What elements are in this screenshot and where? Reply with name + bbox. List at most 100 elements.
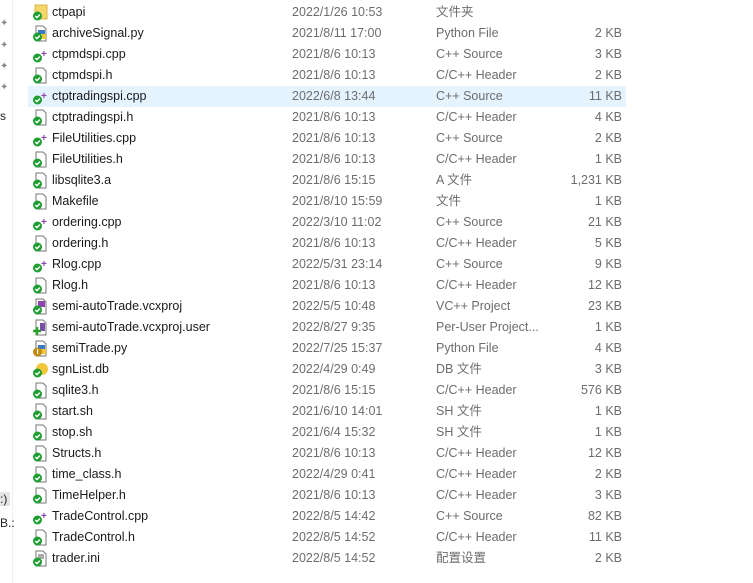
- file-size: 12 KB: [587, 278, 622, 292]
- file-type: C/C++ Header: [436, 530, 517, 544]
- file-type: C/C++ Header: [436, 488, 517, 502]
- file-type: SH 文件: [436, 404, 482, 418]
- cpp-file-icon: +: [32, 130, 48, 147]
- file-row[interactable]: + ctpmdspi.cpp 2021/8/6 10:13 C++ Source 3 K…: [28, 44, 626, 65]
- file-type: C/C++ Header: [436, 446, 517, 460]
- file-row[interactable]: semi-autoTrade.vcxproj.user 2022/8/27 9:3…: [28, 317, 626, 338]
- file-row[interactable]: libsqlite3.a 2021/8/6 15:15 A 文件 1,231 KB: [28, 170, 626, 191]
- file-name: TradeControl.h: [52, 530, 135, 544]
- file-row[interactable]: TimeHelper.h 2021/8/6 10:13 C/C++ Header 3 …: [28, 485, 626, 506]
- file-name: ctpapi: [52, 5, 86, 19]
- file-row[interactable]: Structs.h 2021/8/6 10:13 C/C++ Header 12 KB: [28, 443, 626, 464]
- file-name: FileUtilities.h: [52, 152, 123, 166]
- file-date: 2021/8/6 10:13: [292, 131, 376, 145]
- file-type: DB 文件: [436, 362, 482, 376]
- file-row[interactable]: FileUtilities.h 2021/8/6 10:13 C/C++ Heade…: [28, 149, 626, 170]
- file-type: Python File: [436, 26, 499, 40]
- header-file-icon: [32, 151, 48, 168]
- header-file-icon: [32, 67, 48, 84]
- file-size: 82 KB: [587, 509, 622, 523]
- file-size: 3 KB: [594, 488, 622, 502]
- nav-item-label[interactable]: :): [0, 492, 10, 506]
- file-row[interactable]: + Rlog.cpp 2022/5/31 23:14 C++ Source 9 KB: [28, 254, 626, 275]
- pin-icon[interactable]: ✦: [0, 19, 8, 29]
- cpp-file-icon: +: [32, 214, 48, 231]
- cpp-file-icon: +: [32, 88, 48, 105]
- file-date: 2021/6/4 15:32: [292, 425, 376, 439]
- file-type: Python File: [436, 341, 499, 355]
- file-date: 2021/8/11 17:00: [292, 26, 382, 40]
- file-name: FileUtilities.cpp: [52, 131, 137, 145]
- file-type: C++ Source: [436, 89, 503, 103]
- file-date: 2021/8/6 10:13: [292, 152, 376, 166]
- file-row[interactable]: stop.sh 2021/6/4 15:32 SH 文件 1 KB: [28, 422, 626, 443]
- file-row[interactable]: + FileUtilities.cpp 2021/8/6 10:13 C++ Sour…: [28, 128, 626, 149]
- file-date: 2021/8/6 10:13: [292, 278, 376, 292]
- file-type: SH 文件: [436, 425, 482, 439]
- file-row[interactable]: ctpapi 2022/1/26 10:53 文件夹: [28, 2, 626, 23]
- file-size: 1 KB: [594, 152, 622, 166]
- file-row[interactable]: + ctptradingspi.cpp 2022/6/8 13:44 C++ Sour…: [28, 86, 626, 107]
- file-date: 2021/8/6 10:13: [292, 68, 376, 82]
- file-type: C++ Source: [436, 215, 503, 229]
- file-name: semi-autoTrade.vcxproj: [52, 299, 183, 313]
- file-size: 1,231 KB: [570, 173, 622, 187]
- file-date: 2022/4/29 0:41: [292, 467, 376, 481]
- file-size: 2 KB: [594, 131, 622, 145]
- file-row[interactable]: archiveSignal.py 2021/8/11 17:00 Python Fi…: [28, 23, 626, 44]
- file-size: 2 KB: [594, 467, 622, 481]
- file-size: 21 KB: [587, 215, 622, 229]
- file-name: ordering.cpp: [52, 215, 122, 229]
- file-list: ctpapi 2022/1/26 10:53 文件夹 archiveSignal.py…: [28, 2, 626, 569]
- nav-item-label[interactable]: B.:: [0, 516, 15, 530]
- nav-item-label[interactable]: s: [0, 109, 6, 123]
- file-name: semi-autoTrade.vcxproj.user: [52, 320, 210, 334]
- file-name: trader.ini: [52, 551, 100, 565]
- file-name: TimeHelper.h: [52, 488, 126, 502]
- file-row[interactable]: sqlite3.h 2021/8/6 15:15 C/C++ Header 576 K…: [28, 380, 626, 401]
- pin-icon[interactable]: ✦: [0, 41, 8, 51]
- file-row[interactable]: Makefile 2021/8/10 15:59 文件 1 KB: [28, 191, 626, 212]
- vcxproj-file-icon: [32, 298, 48, 315]
- file-type: VC++ Project: [436, 299, 511, 313]
- file-date: 2022/1/26 10:53: [292, 5, 383, 19]
- file-row[interactable]: TradeControl.h 2022/8/5 14:52 C/C++ Header…: [28, 527, 626, 548]
- folder-icon: [32, 4, 48, 21]
- file-row[interactable]: + TradeControl.cpp 2022/8/5 14:42 C++ Sourc…: [28, 506, 626, 527]
- file-size: 9 KB: [594, 257, 622, 271]
- file-date: 2022/3/10 11:02: [292, 215, 382, 229]
- file-date: 2022/5/31 23:14: [292, 257, 383, 271]
- file-name: ctpmdspi.h: [52, 68, 113, 82]
- file-name: ordering.h: [52, 236, 109, 250]
- header-file-icon: [32, 529, 48, 546]
- file-name: ctptradingspi.h: [52, 110, 134, 124]
- file-size: 2 KB: [594, 26, 622, 40]
- file-row[interactable]: ctpmdspi.h 2021/8/6 10:13 C/C++ Header 2 KB: [28, 65, 626, 86]
- file-date: 2021/6/10 14:01: [292, 404, 383, 418]
- file-row[interactable]: time_class.h 2022/4/29 0:41 C/C++ Header 2 …: [28, 464, 626, 485]
- file-row[interactable]: + ordering.cpp 2022/3/10 11:02 C++ Source 21…: [28, 212, 626, 233]
- file-name: ctptradingspi.cpp: [52, 89, 147, 103]
- file-row[interactable]: semi-autoTrade.vcxproj 2022/5/5 10:48 VC++…: [28, 296, 626, 317]
- pin-icon[interactable]: ✦: [0, 62, 8, 72]
- file-date: 2022/4/29 0:49: [292, 362, 376, 376]
- file-type: 文件夹: [436, 5, 474, 19]
- ini-file-icon: [32, 550, 48, 567]
- file-name: semiTrade.py: [52, 341, 128, 355]
- file-row[interactable]: semiTrade.py 2022/7/25 15:37 Python File 4 …: [28, 338, 626, 359]
- file-type: C++ Source: [436, 47, 503, 61]
- file-row[interactable]: sgnList.db 2022/4/29 0:49 DB 文件 3 KB: [28, 359, 626, 380]
- file-type: C++ Source: [436, 131, 503, 145]
- file-size: 3 KB: [594, 362, 622, 376]
- file-row[interactable]: ctptradingspi.h 2021/8/6 10:13 C/C++ Heade…: [28, 107, 626, 128]
- file-type: C++ Source: [436, 509, 503, 523]
- pin-icon[interactable]: ✦: [0, 83, 8, 93]
- file-row[interactable]: start.sh 2021/6/10 14:01 SH 文件 1 KB: [28, 401, 626, 422]
- file-row[interactable]: ordering.h 2021/8/6 10:13 C/C++ Header 5 KB: [28, 233, 626, 254]
- file-row[interactable]: Rlog.h 2021/8/6 10:13 C/C++ Header 12 KB: [28, 275, 626, 296]
- header-file-icon: [32, 277, 48, 294]
- file-size: 3 KB: [594, 47, 622, 61]
- file-row[interactable]: trader.ini 2022/8/5 14:52 配置设置 2 KB: [28, 548, 626, 569]
- db-file-icon: [32, 361, 48, 378]
- header-file-icon: [32, 109, 48, 126]
